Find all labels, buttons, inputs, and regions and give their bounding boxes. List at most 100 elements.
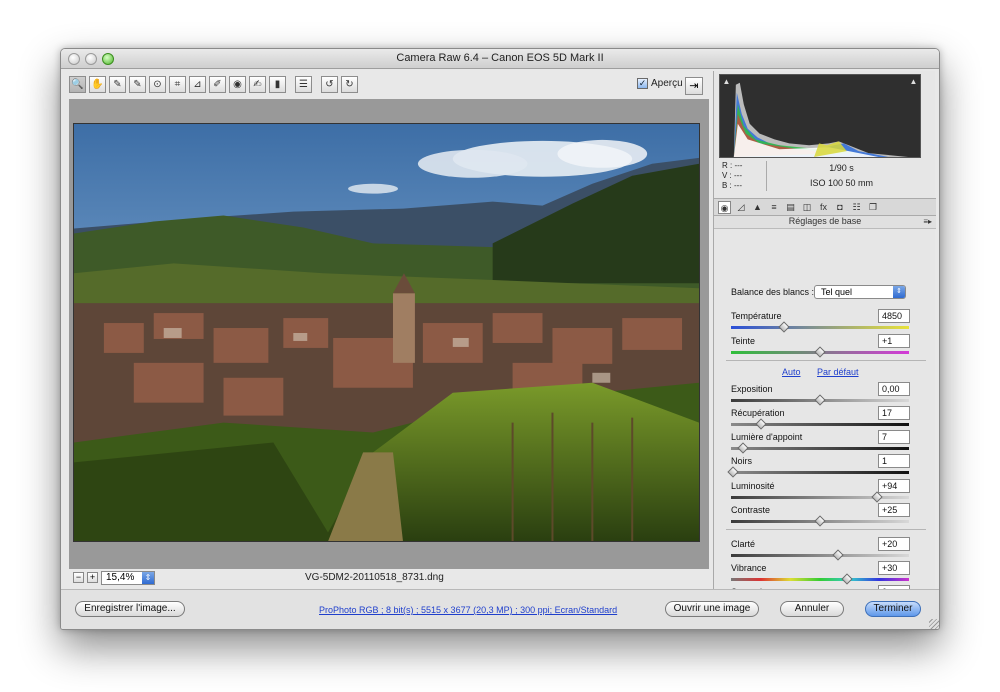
title-bar[interactable]: Camera Raw 6.4 – Canon EOS 5D Mark II [61,49,939,69]
zoom-level-value: 15,4% [106,572,135,583]
fill-light-slider-track[interactable] [731,447,909,450]
white-balance-select[interactable]: Tel quel ⇕ [814,285,906,299]
preview-toggle[interactable]: ✓ Aperçu [637,78,683,89]
default-link[interactable]: Par défaut [817,367,859,377]
tab-tone-curve[interactable]: ◿ [735,201,748,214]
recovery-label: Récupération [731,408,785,418]
tab-presets[interactable]: ☷ [850,201,863,214]
brightness-slider-thumb[interactable] [871,491,883,503]
adjustments-panel: ▲ ▲ R : --- V : --- B : --- 1/90 s ISO 1… [713,71,936,609]
resize-grip-icon[interactable] [929,619,939,629]
save-image-button[interactable]: Enregistrer l'image... [75,601,185,617]
blacks-slider-thumb[interactable] [727,466,739,478]
chevron-updown-icon: ⇕ [893,286,905,298]
auto-link[interactable]: Auto [782,367,801,377]
vibrance-value-field[interactable]: +30 [878,561,910,575]
bottom-bar: Enregistrer l'image... ProPhoto RGB ; 8 … [61,589,939,629]
panel-title: Réglages de base ≡▸ [714,216,936,229]
photo-preview[interactable] [73,123,700,542]
zoom-out-button[interactable]: − [73,572,84,583]
tab-detail[interactable]: ▲ [751,201,764,214]
adjustment-brush-tool[interactable]: ✍ [249,76,266,93]
fill-light-slider-thumb[interactable] [737,442,750,454]
preferences-tool[interactable]: ☰ [295,76,312,93]
red-eye-tool[interactable]: ◉ [229,76,246,93]
color-sampler-tool[interactable]: ✎ [129,76,146,93]
workflow-options-link[interactable]: ProPhoto RGB ; 8 bit(s) ; 5515 x 3677 (2… [319,605,617,615]
contrast-slider-thumb[interactable] [814,515,826,527]
blacks-value-field[interactable]: 1 [878,454,910,468]
presets-icon: ☷ [852,202,861,212]
open-image-button[interactable]: Ouvrir une image [665,601,759,617]
crop-tool[interactable]: ⌗ [169,76,186,93]
rotate-right-tool[interactable]: ↻ [341,76,358,93]
file-name: VG-5DM2-20110518_8731.dng [305,572,444,583]
graduated-filter-icon: ▮ [274,79,281,90]
recovery-slider-thumb[interactable] [755,418,767,430]
crop-icon: ⌗ [174,79,181,90]
hsl-icon: ≡ [771,202,777,212]
snapshots-icon: ❐ [868,202,878,212]
preview-label: Aperçu [651,78,683,89]
lens-corrections-icon: ◫ [802,202,812,212]
basic-tab-icon: ◉ [720,203,729,213]
fullscreen-button[interactable]: ⇥ [685,77,703,95]
histogram: ▲ ▲ [719,74,921,158]
zoom-level-select[interactable]: 15,4% ⇕ [101,571,155,585]
tint-slider-thumb[interactable] [814,346,826,358]
contrast-label: Contraste [731,505,771,515]
panel-menu-icon[interactable]: ≡▸ [923,217,932,226]
tab-lens-corrections[interactable]: ◫ [801,201,814,214]
red-readout: R : --- [722,161,743,170]
fill-light-value-field[interactable]: 7 [878,430,910,444]
tint-label: Teinte [731,336,756,346]
white-balance-value: Tel quel [821,287,853,297]
exposure-value-field[interactable]: 0,00 [878,382,910,396]
contrast-value-field[interactable]: +25 [878,503,910,517]
tab-effects[interactable]: fx [817,201,830,214]
tab-split-toning[interactable]: ▤ [784,201,797,214]
tint-value-field[interactable]: +1 [878,334,910,348]
brightness-value-field[interactable]: +94 [878,479,910,493]
blacks-slider-track[interactable] [731,471,909,474]
recovery-value-field[interactable]: 17 [878,406,910,420]
effects-icon: fx [819,202,827,212]
done-button[interactable]: Terminer [865,601,921,617]
rotate-left-icon: ↺ [325,79,334,90]
vibrance-slider-track[interactable] [731,578,909,581]
hand-icon: ✋ [91,79,104,90]
spot-removal-tool[interactable]: ✐ [209,76,226,93]
panel-title-text: Réglages de base [788,216,862,226]
eyedropper-icon: ✎ [113,79,122,90]
detail-icon: ▲ [753,202,762,212]
graduated-filter-tool[interactable]: ▮ [269,76,286,93]
targeted-adjustment-tool[interactable]: ⊙ [149,76,166,93]
blacks-label: Noirs [731,456,753,466]
vibrance-label: Vibrance [731,563,767,573]
image-preview-area[interactable] [69,99,709,569]
exif-info: 1/90 s ISO 100 50 mm [766,161,916,191]
clarity-value-field[interactable]: +20 [878,537,910,551]
zoom-tool[interactable]: 🔍 [69,76,86,93]
clarity-slider-track[interactable] [731,554,909,557]
temperature-value-field[interactable]: 4850 [878,309,910,323]
highlight-clipping-warning-icon[interactable]: ▲ [909,77,918,86]
shadow-clipping-warning-icon[interactable]: ▲ [722,77,731,86]
vibrance-slider-thumb[interactable] [841,573,853,585]
clarity-slider-thumb[interactable] [832,549,844,561]
tab-hsl[interactable]: ≡ [768,201,781,214]
zoom-in-button[interactable]: + [87,572,98,583]
exposure-slider-thumb[interactable] [814,394,826,406]
exposure-label: Exposition [731,384,773,394]
hand-tool[interactable]: ✋ [89,76,106,93]
white-balance-tool[interactable]: ✎ [109,76,126,93]
rotate-left-tool[interactable]: ↺ [321,76,338,93]
cancel-button[interactable]: Annuler [780,601,844,617]
tab-basic-tab[interactable]: ◉ [718,201,731,214]
temperature-slider-track[interactable] [731,326,909,329]
tab-snapshots[interactable]: ❐ [867,201,880,214]
temperature-slider-thumb[interactable] [778,321,791,333]
tab-camera-calibration[interactable]: ◘ [834,201,847,214]
straighten-tool[interactable]: ⊿ [189,76,206,93]
preview-checkbox[interactable]: ✓ [637,78,648,89]
